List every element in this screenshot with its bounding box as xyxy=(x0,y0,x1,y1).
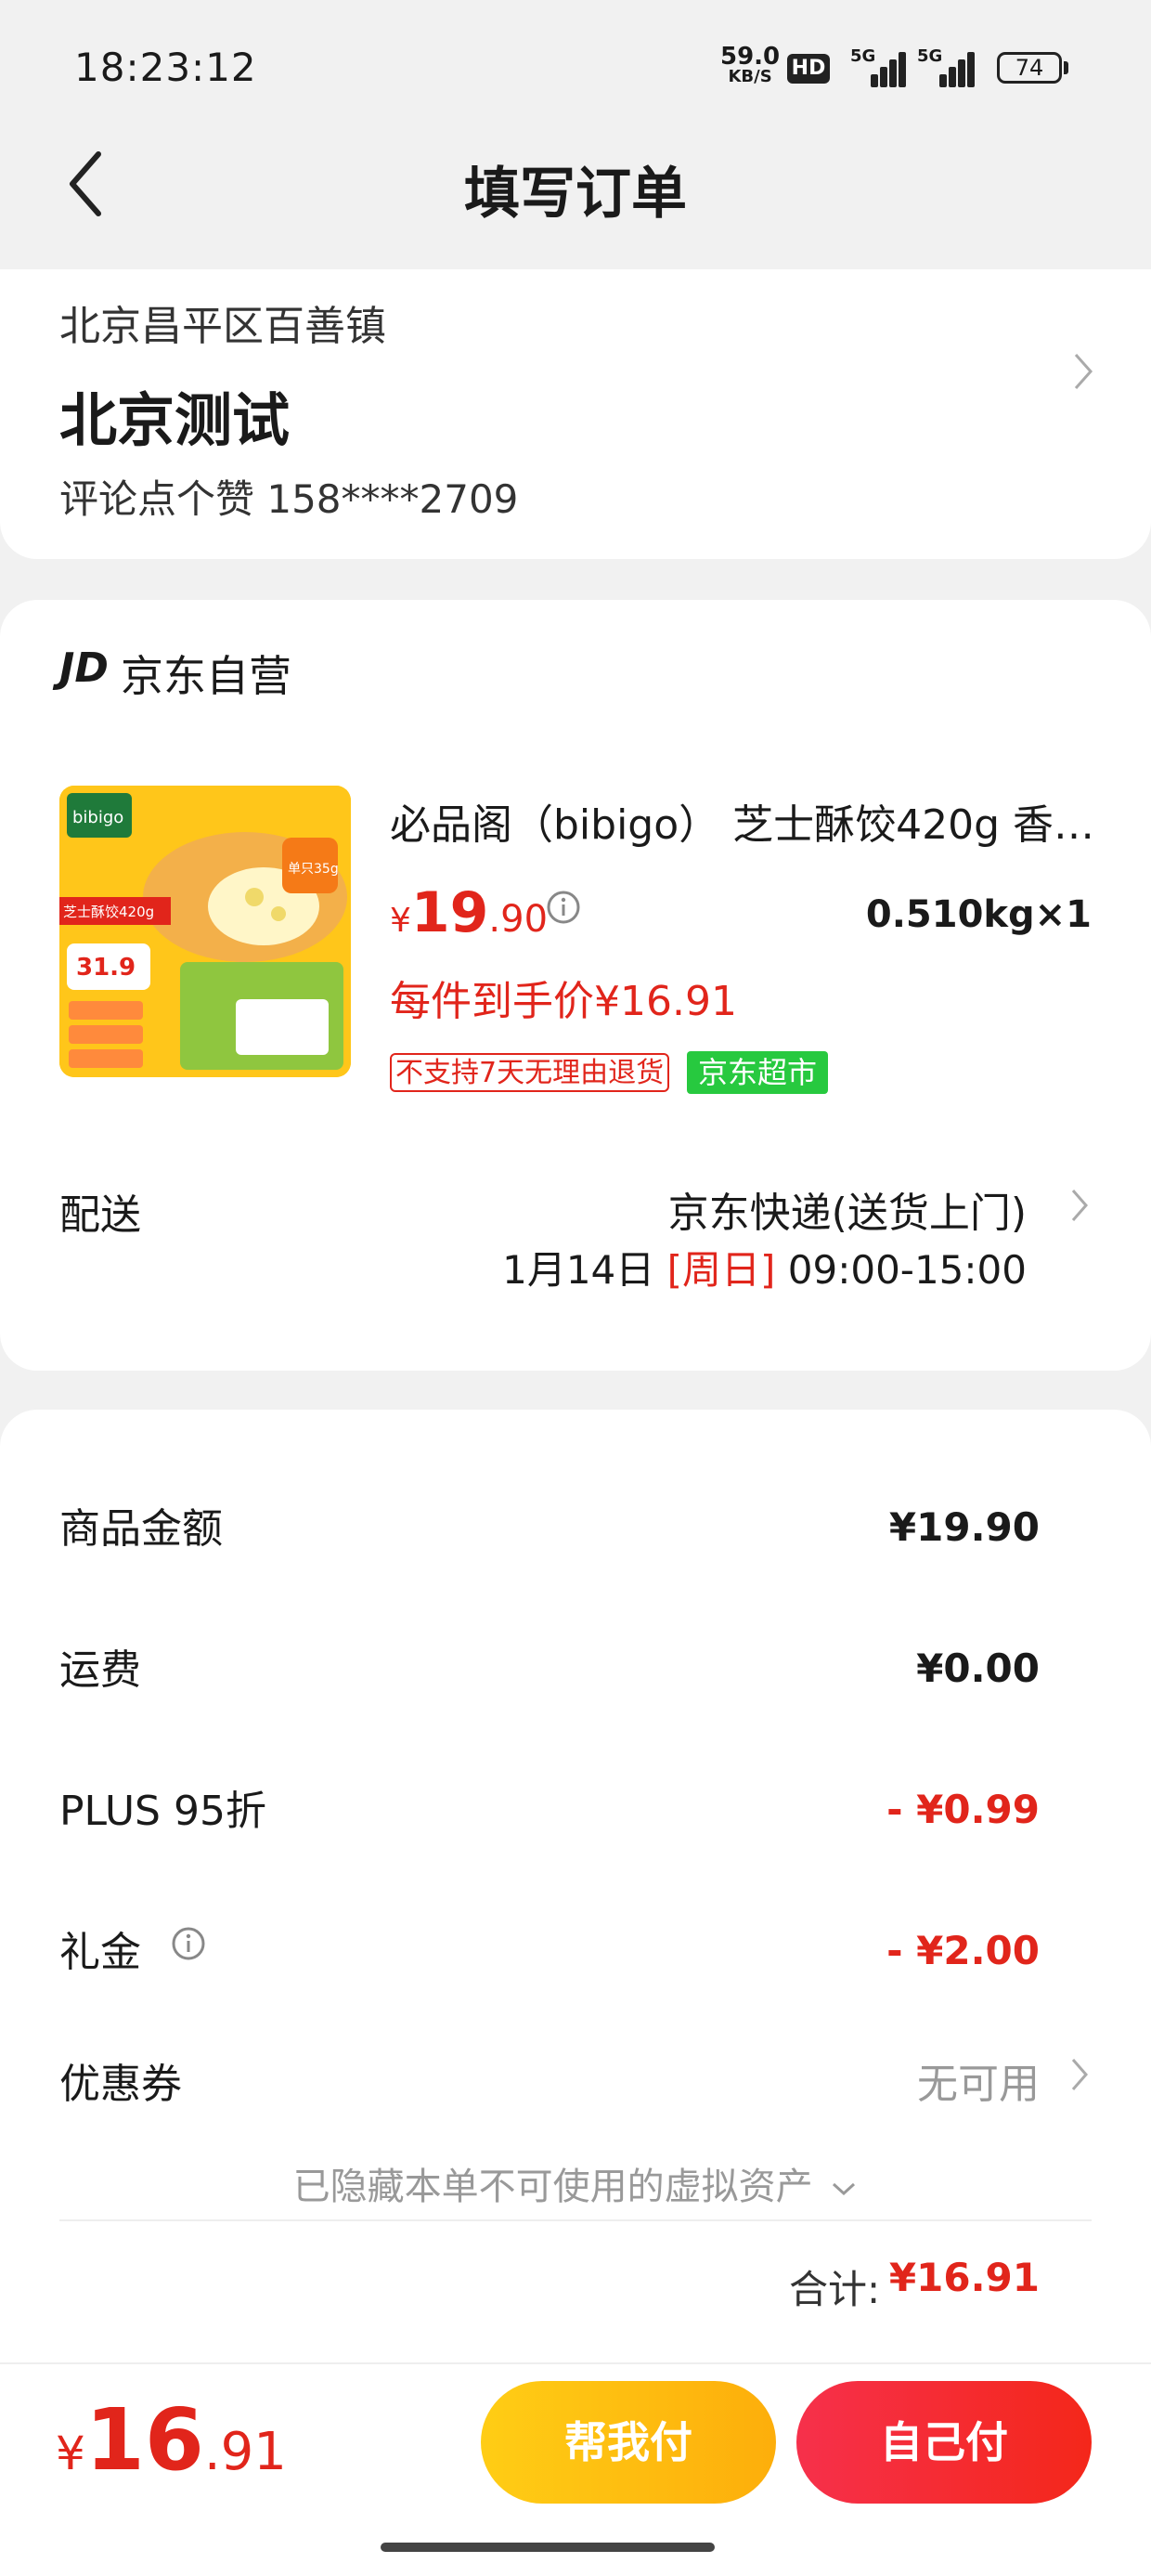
plus-discount-label: PLUS 95折 xyxy=(59,1788,266,1835)
self-pay-button[interactable]: 自己付 xyxy=(796,2381,1092,2504)
total-value: ¥16.91 xyxy=(888,2255,1040,2300)
final-price-integer: 16 xyxy=(84,2390,204,2490)
plus-discount-value: - ¥0.99 xyxy=(886,1787,1040,1832)
address-contact: 评论点个赞 158****2709 xyxy=(59,476,519,522)
product-name-text: 芝士酥饺420g xyxy=(63,904,154,920)
product-title[interactable]: 必品阁（bibigo） 芝士酥饺420g 香脆可口 xyxy=(390,791,1095,851)
home-indicator[interactable] xyxy=(381,2543,715,2552)
final-price: ¥16.91 xyxy=(56,2390,287,2490)
jd-supermarket-tag: 京东超市 xyxy=(687,1051,829,1094)
chevron-down-icon xyxy=(833,2182,856,2196)
address-detail: 北京测试 xyxy=(59,386,291,454)
coupon-label: 优惠券 xyxy=(59,2061,182,2108)
delivery-date: 1月14日 xyxy=(502,1247,667,1293)
divider xyxy=(59,2219,1092,2221)
shop-name: 京东自营 xyxy=(121,651,291,701)
product-image-artwork: bibigo 芝士酥饺420g 单只35g 31.9 xyxy=(59,786,351,1077)
sim1-network-label: 5G xyxy=(850,46,876,66)
delivery-time-window: 09:00-15:00 xyxy=(775,1247,1027,1293)
status-time: 18:23:12 xyxy=(74,45,257,90)
goods-amount-label: 商品金额 xyxy=(59,1505,223,1553)
help-pay-button[interactable]: 帮我付 xyxy=(481,2381,776,2504)
hd-icon: HD xyxy=(787,54,830,84)
delivery-label: 配送 xyxy=(59,1191,141,1239)
product-badge-text: 单只35g xyxy=(288,862,339,877)
chevron-right-icon[interactable] xyxy=(1069,2056,1090,2093)
product-price-integer: 19 xyxy=(410,880,489,945)
delivery-method[interactable]: 京东快递(送货上门) xyxy=(668,1179,1027,1239)
network-speed-unit: KB/S xyxy=(728,67,772,86)
gift-money-label: 礼金 xyxy=(59,1929,141,1976)
final-price-currency: ¥ xyxy=(56,2426,85,2480)
coupon-value[interactable]: 无可用 xyxy=(917,2050,1040,2110)
product-image[interactable]: bibigo 芝士酥饺420g 单只35g 31.9 xyxy=(59,786,351,1077)
info-icon[interactable] xyxy=(171,1926,206,1961)
signal-icon-sim2: 5G xyxy=(917,46,975,87)
sim2-network-label: 5G xyxy=(917,46,943,66)
jd-logo: JD xyxy=(59,644,109,692)
address-region: 北京昌平区百善镇 xyxy=(59,303,386,350)
product-price-currency: ¥ xyxy=(390,902,411,940)
chevron-right-icon[interactable] xyxy=(1072,351,1094,392)
network-speed-value: 59.0 xyxy=(720,43,781,71)
chevron-right-icon[interactable] xyxy=(1069,1187,1090,1224)
network-speed: 59.0 KB/S xyxy=(720,43,781,87)
delivery-time[interactable]: 1月14日 [周日] 09:00-15:00 xyxy=(502,1239,1027,1295)
signal-icon-sim1: 5G xyxy=(850,46,906,87)
delivery-weekday: [周日] xyxy=(666,1247,776,1293)
product-price-decimal: .90 xyxy=(488,898,549,941)
total-label: 合计: xyxy=(789,2267,881,2312)
battery-tip xyxy=(1064,61,1068,74)
goods-amount-value: ¥19.90 xyxy=(888,1504,1040,1550)
product-brand-text: bibigo xyxy=(72,808,123,827)
per-item-price: 每件到手价¥16.91 xyxy=(390,978,737,1025)
gift-money-value: - ¥2.00 xyxy=(886,1928,1040,1973)
hidden-assets-text: 已隐藏本单不可使用的虚拟资产 xyxy=(292,2166,813,2208)
product-weight-quantity: 0.510kg×1 xyxy=(865,893,1092,936)
no-return-tag: 不支持7天无理由退货 xyxy=(390,1053,670,1092)
shipping-fee-label: 运费 xyxy=(59,1646,141,1694)
hidden-assets-toggle[interactable]: 已隐藏本单不可使用的虚拟资产 xyxy=(0,2156,1151,2210)
final-price-decimal: .91 xyxy=(203,2422,287,2482)
shipping-fee-value: ¥0.00 xyxy=(916,1646,1040,1691)
page-title: 填写订单 xyxy=(464,162,687,227)
product-price: ¥19.90 xyxy=(390,880,548,945)
info-icon[interactable] xyxy=(546,890,581,925)
battery-icon: 74 xyxy=(997,52,1062,84)
product-promo-price: 31.9 xyxy=(76,954,136,982)
